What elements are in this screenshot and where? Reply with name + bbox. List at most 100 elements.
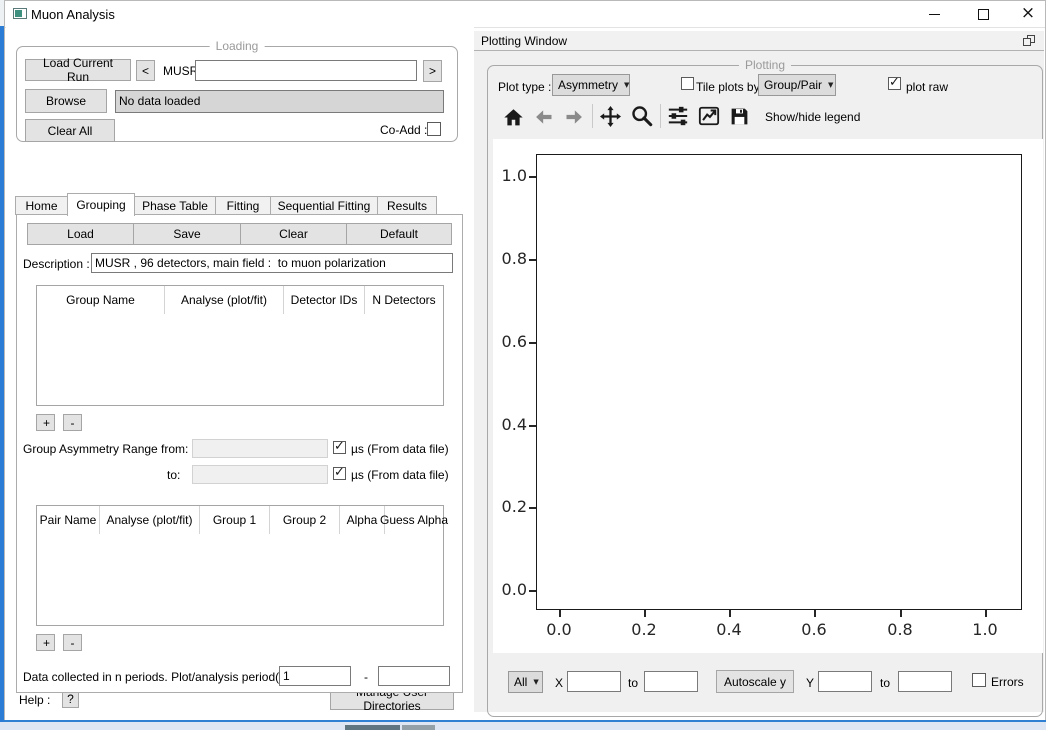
window-title: Muon Analysis xyxy=(31,7,115,22)
pair-table-col-name: Pair Name xyxy=(37,506,100,534)
ytick-mark xyxy=(529,342,536,344)
range-mode-combobox[interactable]: All ▼ xyxy=(508,671,543,693)
errors-checkbox[interactable]: ✓ xyxy=(972,673,986,687)
back-icon[interactable] xyxy=(532,105,556,129)
description-input[interactable] xyxy=(91,253,453,273)
plotting-legend: Plotting xyxy=(739,58,791,72)
forward-icon[interactable] xyxy=(562,105,586,129)
group-table-col-detector-ids: Detector IDs xyxy=(284,286,365,314)
xtick-mark xyxy=(559,610,561,617)
add-pair-button[interactable]: + xyxy=(36,634,55,651)
coadd-label: Co-Add : xyxy=(380,123,427,137)
loading-legend: Loading xyxy=(210,39,265,53)
ytick-label: 0.0 xyxy=(495,580,527,599)
plot-type-combobox[interactable]: Asymmetry ▼ xyxy=(552,74,630,96)
screen: Muon Analysis × Loading Load Current Run… xyxy=(0,0,1046,730)
description-label: Description : xyxy=(23,257,90,271)
coadd-checkbox[interactable]: ✓ xyxy=(427,122,441,136)
tile-plots-combobox[interactable]: Group/Pair ▼ xyxy=(758,74,836,96)
pair-table-col-group2: Group 2 xyxy=(270,506,340,534)
xtick-mark xyxy=(644,610,646,617)
period-from-input[interactable] xyxy=(279,666,351,686)
chevron-down-icon: ▼ xyxy=(822,81,833,89)
ytick-mark xyxy=(529,176,536,178)
plot-canvas[interactable]: 1.0 0.8 0.6 0.4 0.2 0.0 xyxy=(493,139,1043,653)
autoscale-y-button[interactable]: Autoscale y xyxy=(716,670,794,693)
periods-label: Data collected in n periods. Plot/analys… xyxy=(23,670,296,684)
grouping-save-button[interactable]: Save xyxy=(133,223,241,245)
plot-raw-checkbox[interactable]: ✓ xyxy=(888,77,901,90)
ytick-label: 0.4 xyxy=(495,415,527,434)
maximize-button[interactable] xyxy=(968,5,998,23)
y-to-input[interactable] xyxy=(898,671,952,692)
subplot-settings-icon[interactable] xyxy=(666,104,690,128)
grouping-clear-button[interactable]: Clear xyxy=(240,223,347,245)
y-from-input[interactable] xyxy=(818,671,872,692)
clear-all-button[interactable]: Clear All xyxy=(25,119,115,142)
xtick-mark xyxy=(814,610,816,617)
tile-plots-value: Group/Pair xyxy=(764,78,822,92)
browse-button[interactable]: Browse xyxy=(25,89,107,113)
tile-plots-checkbox[interactable]: ✓ xyxy=(681,77,694,90)
plot-options-icon[interactable] xyxy=(697,104,721,128)
save-icon[interactable] xyxy=(727,104,751,128)
muon-analysis-window: Muon Analysis × Loading Load Current Run… xyxy=(4,0,1046,722)
tab-grouping[interactable]: Grouping xyxy=(67,193,135,216)
plotting-window-title: Plotting Window xyxy=(481,34,567,48)
period-to-input[interactable] xyxy=(378,666,450,686)
load-current-run-button[interactable]: Load Current Run xyxy=(25,59,131,81)
tile-plots-label: Tile plots by: xyxy=(696,80,763,94)
tab-fitting[interactable]: Fitting xyxy=(215,196,271,215)
xtick-label: 1.0 xyxy=(965,620,1005,639)
tab-home[interactable]: Home xyxy=(15,196,68,215)
group-table-col-n-detectors: N Detectors xyxy=(365,286,443,314)
plot-axes[interactable] xyxy=(536,154,1022,610)
show-hide-legend-button[interactable]: Show/hide legend xyxy=(765,110,860,124)
window-titlebar[interactable]: Muon Analysis × xyxy=(5,1,1045,28)
remove-pair-button[interactable]: - xyxy=(63,634,82,651)
y-axis-label: Y xyxy=(806,676,814,690)
toolbar-separator xyxy=(660,104,661,128)
plot-type-label: Plot type : xyxy=(498,80,551,94)
ytick-label: 0.2 xyxy=(495,497,527,516)
next-run-button[interactable]: > xyxy=(423,60,442,82)
home-icon[interactable] xyxy=(501,105,525,129)
ytick-mark xyxy=(529,590,536,592)
range-from-input[interactable] xyxy=(192,439,328,458)
load-status-field: No data loaded xyxy=(115,90,444,113)
x-from-input[interactable] xyxy=(567,671,621,692)
grouping-load-button[interactable]: Load xyxy=(27,223,134,245)
app-icon xyxy=(13,8,27,19)
xtick-mark xyxy=(900,610,902,617)
tab-phase-table[interactable]: Phase Table xyxy=(134,196,216,215)
ytick-mark xyxy=(529,259,536,261)
loading-groupbox: Loading Load Current Run < MUSR > Browse… xyxy=(16,46,458,142)
x-to-input[interactable] xyxy=(644,671,698,692)
pan-icon[interactable] xyxy=(598,104,622,128)
add-group-button[interactable]: + xyxy=(36,414,55,431)
minimize-button[interactable] xyxy=(920,5,950,23)
x-axis-label: X xyxy=(555,676,563,690)
background-fragment xyxy=(345,725,400,730)
range-from-checkbox[interactable]: ✓ xyxy=(333,441,346,454)
pair-table-col-group1: Group 1 xyxy=(200,506,270,534)
previous-run-button[interactable]: < xyxy=(136,60,155,81)
tab-sequential-fitting[interactable]: Sequential Fitting xyxy=(270,196,378,215)
grouping-default-button[interactable]: Default xyxy=(346,223,452,245)
float-dock-icon[interactable] xyxy=(1023,35,1035,46)
errors-label: Errors xyxy=(991,675,1024,689)
group-table-col-name: Group Name xyxy=(37,286,165,314)
tab-results[interactable]: Results xyxy=(377,196,437,215)
range-to-input[interactable] xyxy=(192,465,328,484)
close-button[interactable]: × xyxy=(1013,5,1043,23)
period-separator: - xyxy=(364,670,368,684)
remove-group-button[interactable]: - xyxy=(63,414,82,431)
x-to-label: to xyxy=(628,676,638,690)
range-to-checkbox[interactable]: ✓ xyxy=(333,467,346,480)
plotting-window-titlebar[interactable]: Plotting Window xyxy=(474,31,1044,51)
pair-table[interactable]: Pair Name Analyse (plot/fit) Group 1 Gro… xyxy=(36,505,444,626)
group-table[interactable]: Group Name Analyse (plot/fit) Detector I… xyxy=(36,285,444,406)
run-number-input[interactable] xyxy=(195,60,417,81)
zoom-icon[interactable] xyxy=(630,104,654,128)
group-table-col-analyse: Analyse (plot/fit) xyxy=(165,286,284,314)
